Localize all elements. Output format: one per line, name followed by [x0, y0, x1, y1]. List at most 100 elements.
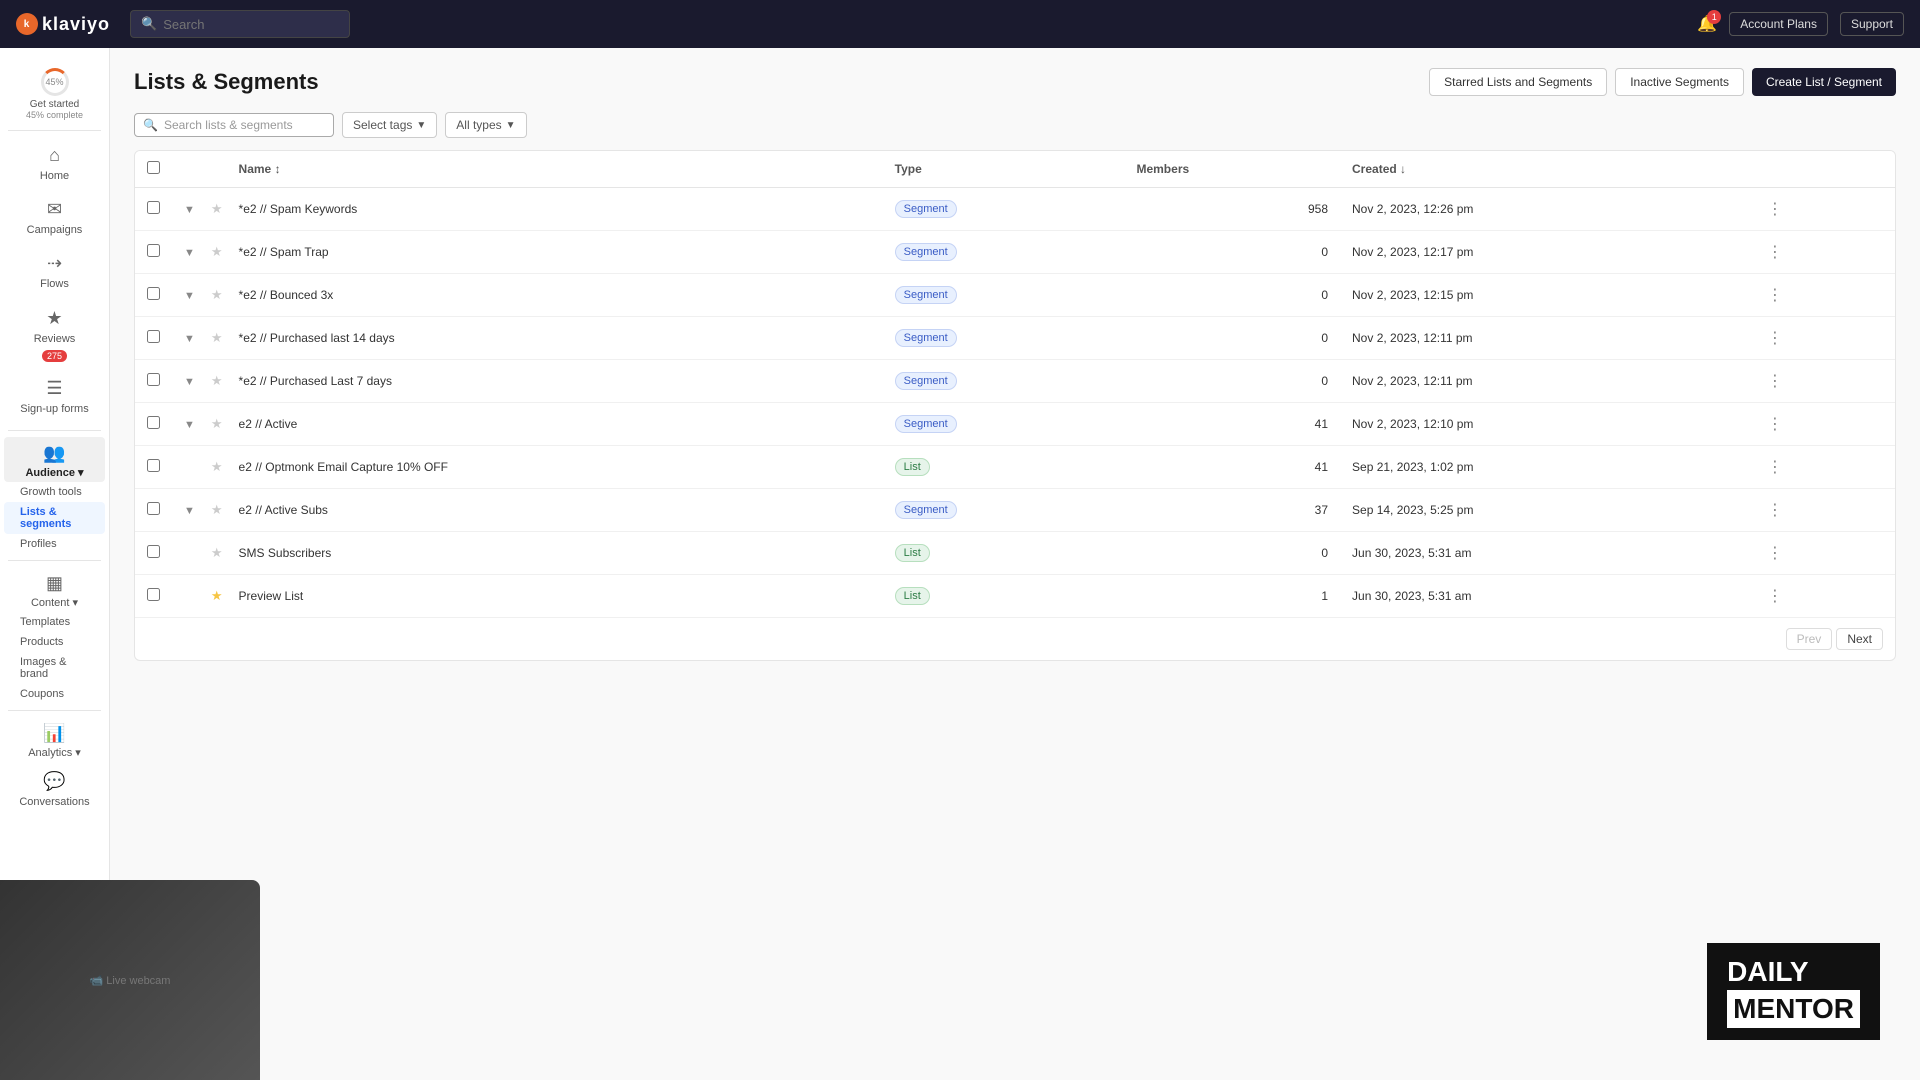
- inactive-segments-button[interactable]: Inactive Segments: [1615, 68, 1744, 96]
- row-checkbox-cell-9[interactable]: [135, 575, 172, 618]
- global-search[interactable]: 🔍: [130, 10, 350, 38]
- row-expand-2[interactable]: ▼: [172, 274, 199, 317]
- row-created-4: Nov 2, 2023, 12:11 pm: [1340, 360, 1749, 403]
- next-page-button[interactable]: Next: [1836, 628, 1883, 650]
- sidebar-item-content[interactable]: ▦ Content ▾: [4, 567, 105, 612]
- row-checkbox-1[interactable]: [147, 244, 160, 257]
- sidebar-sub-lists-segments[interactable]: Lists & segments: [4, 502, 105, 534]
- account-plans-button[interactable]: Account Plans: [1729, 12, 1828, 36]
- row-star-6[interactable]: ★: [199, 446, 227, 489]
- more-options-button[interactable]: ⋮: [1761, 541, 1789, 565]
- row-checkbox-cell-4[interactable]: [135, 360, 172, 403]
- row-checkbox-cell-8[interactable]: [135, 532, 172, 575]
- notification-icon[interactable]: 🔔 1: [1697, 14, 1717, 34]
- row-checkbox-cell-1[interactable]: [135, 231, 172, 274]
- row-star-3[interactable]: ★: [199, 317, 227, 360]
- row-expand-3[interactable]: ▼: [172, 317, 199, 360]
- row-actions-6[interactable]: ⋮: [1749, 446, 1895, 489]
- row-checkbox-0[interactable]: [147, 201, 160, 214]
- row-expand-4[interactable]: ▼: [172, 360, 199, 403]
- row-actions-8[interactable]: ⋮: [1749, 532, 1895, 575]
- sidebar-sub-coupons[interactable]: Coupons: [4, 684, 105, 704]
- sidebar-sub-images-brand[interactable]: Images & brand: [4, 652, 105, 684]
- row-actions-7[interactable]: ⋮: [1749, 489, 1895, 532]
- row-name-8: SMS Subscribers: [227, 532, 883, 575]
- row-checkbox-cell-3[interactable]: [135, 317, 172, 360]
- row-actions-3[interactable]: ⋮: [1749, 317, 1895, 360]
- row-star-4[interactable]: ★: [199, 360, 227, 403]
- row-actions-0[interactable]: ⋮: [1749, 188, 1895, 231]
- search-lists-input[interactable]: [164, 118, 325, 132]
- row-checkbox-2[interactable]: [147, 287, 160, 300]
- tags-filter[interactable]: Select tags ▼: [342, 112, 437, 138]
- sidebar-item-home[interactable]: ⌂ Home: [4, 137, 105, 191]
- row-star-7[interactable]: ★: [199, 489, 227, 532]
- sidebar-item-analytics[interactable]: 📊 Analytics ▾: [4, 717, 105, 762]
- row-checkbox-5[interactable]: [147, 416, 160, 429]
- create-list-segment-button[interactable]: Create List / Segment: [1752, 68, 1896, 96]
- sidebar-item-campaigns[interactable]: ✉ Campaigns: [4, 191, 105, 245]
- sidebar-sub-profiles[interactable]: Profiles: [4, 534, 105, 554]
- prev-page-button[interactable]: Prev: [1786, 628, 1833, 650]
- types-filter[interactable]: All types ▼: [445, 112, 526, 138]
- more-options-button[interactable]: ⋮: [1761, 240, 1789, 264]
- row-checkbox-8[interactable]: [147, 545, 160, 558]
- sidebar-sub-growth-tools[interactable]: Growth tools: [4, 482, 105, 502]
- more-options-button[interactable]: ⋮: [1761, 326, 1789, 350]
- name-header[interactable]: Name ↕: [227, 151, 883, 188]
- more-options-button[interactable]: ⋮: [1761, 283, 1789, 307]
- row-expand-0[interactable]: ▼: [172, 188, 199, 231]
- row-expand-1[interactable]: ▼: [172, 231, 199, 274]
- app-logo[interactable]: k klaviyo: [16, 13, 110, 35]
- progress-circle: 45%: [41, 68, 69, 96]
- more-options-button[interactable]: ⋮: [1761, 455, 1789, 479]
- row-members-4: 0: [1124, 360, 1340, 403]
- sidebar-item-get-started[interactable]: 45% Get started 45% complete: [4, 60, 105, 124]
- more-options-button[interactable]: ⋮: [1761, 412, 1789, 436]
- row-star-9[interactable]: ★: [199, 575, 227, 618]
- more-options-button[interactable]: ⋮: [1761, 197, 1789, 221]
- row-star-8[interactable]: ★: [199, 532, 227, 575]
- row-checkbox-9[interactable]: [147, 588, 160, 601]
- more-options-button[interactable]: ⋮: [1761, 369, 1789, 393]
- row-checkbox-cell-5[interactable]: [135, 403, 172, 446]
- row-checkbox-7[interactable]: [147, 502, 160, 515]
- row-star-5[interactable]: ★: [199, 403, 227, 446]
- row-expand-5[interactable]: ▼: [172, 403, 199, 446]
- sidebar-item-conversations[interactable]: 💬 Conversations: [4, 763, 105, 817]
- row-actions-4[interactable]: ⋮: [1749, 360, 1895, 403]
- sidebar-item-audience[interactable]: 👥 Audience ▾: [4, 437, 105, 482]
- row-checkbox-6[interactable]: [147, 459, 160, 472]
- expand-icon: ▼: [184, 204, 195, 216]
- row-checkbox-cell-7[interactable]: [135, 489, 172, 532]
- row-actions-1[interactable]: ⋮: [1749, 231, 1895, 274]
- row-checkbox-4[interactable]: [147, 373, 160, 386]
- global-search-input[interactable]: [163, 17, 339, 32]
- more-options-button[interactable]: ⋮: [1761, 498, 1789, 522]
- sidebar-sub-products[interactable]: Products: [4, 632, 105, 652]
- row-checkbox-cell-0[interactable]: [135, 188, 172, 231]
- support-button[interactable]: Support: [1840, 12, 1904, 36]
- row-actions-5[interactable]: ⋮: [1749, 403, 1895, 446]
- row-checkbox-cell-2[interactable]: [135, 274, 172, 317]
- more-options-button[interactable]: ⋮: [1761, 584, 1789, 608]
- row-expand-7[interactable]: ▼: [172, 489, 199, 532]
- sidebar-item-signup-forms[interactable]: ☰ Sign-up forms: [4, 370, 105, 424]
- row-star-0[interactable]: ★: [199, 188, 227, 231]
- row-actions-9[interactable]: ⋮: [1749, 575, 1895, 618]
- sidebar-item-reviews[interactable]: ★ Reviews 275: [4, 300, 105, 370]
- row-star-2[interactable]: ★: [199, 274, 227, 317]
- sidebar-item-flows[interactable]: ⇢ Flows: [4, 245, 105, 299]
- starred-lists-button[interactable]: Starred Lists and Segments: [1429, 68, 1607, 96]
- expand-icon: ▼: [184, 333, 195, 345]
- row-star-1[interactable]: ★: [199, 231, 227, 274]
- select-all-checkbox[interactable]: [147, 161, 160, 174]
- sidebar-sub-templates[interactable]: Templates: [4, 612, 105, 632]
- row-checkbox-3[interactable]: [147, 330, 160, 343]
- select-all-header[interactable]: [135, 151, 172, 188]
- created-header[interactable]: Created ↓: [1340, 151, 1749, 188]
- row-actions-2[interactable]: ⋮: [1749, 274, 1895, 317]
- star-icon: ★: [211, 201, 223, 216]
- search-filter[interactable]: 🔍: [134, 113, 334, 137]
- row-checkbox-cell-6[interactable]: [135, 446, 172, 489]
